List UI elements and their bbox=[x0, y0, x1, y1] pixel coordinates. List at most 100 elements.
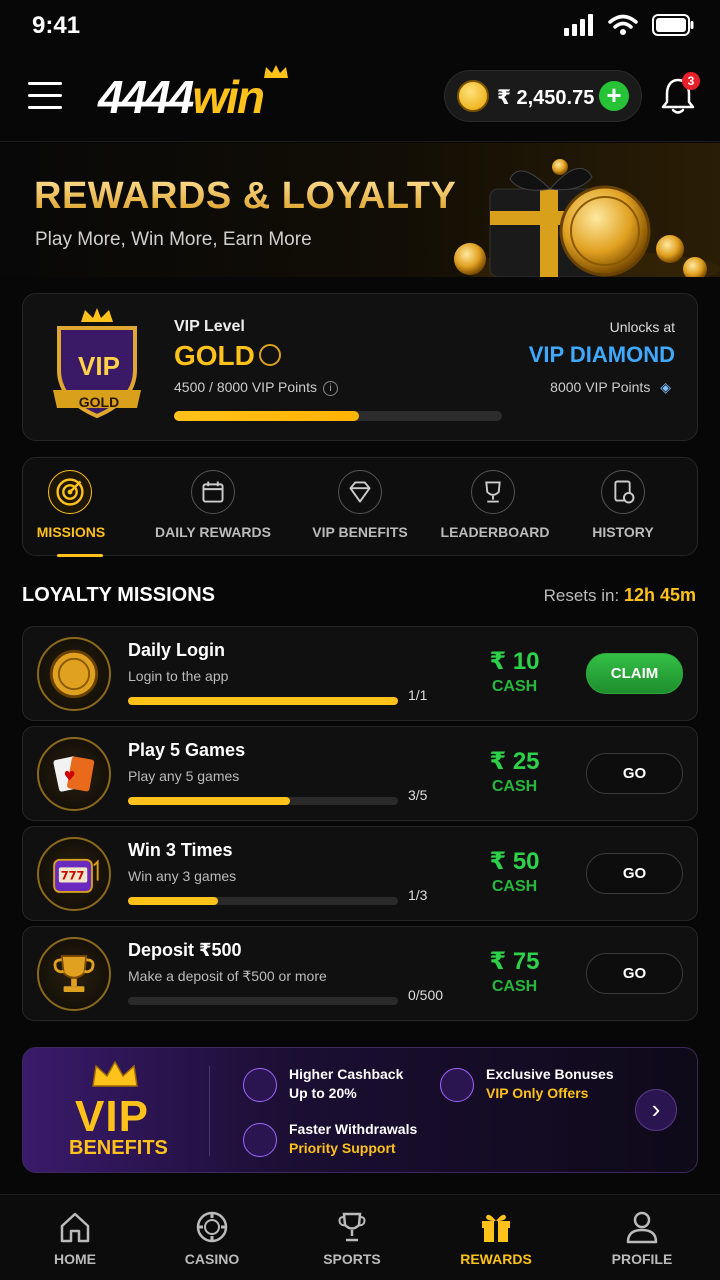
tab-vip-benefits[interactable]: VIP BENEFITS bbox=[295, 458, 425, 557]
mission-reward: ₹ 25 CASH bbox=[477, 747, 552, 796]
hero-title: REWARDS & LOYALTY bbox=[34, 175, 457, 217]
status-time: 9:41 bbox=[32, 12, 81, 39]
tab-history[interactable]: HISTORY bbox=[573, 458, 673, 557]
benefit-title: Faster Withdrawals bbox=[289, 1121, 418, 1137]
app-logo[interactable]: 4444win bbox=[98, 70, 265, 124]
vip-benefits-banner[interactable]: VIP BENEFITS Higher Cashback Up to 20% E… bbox=[22, 1047, 698, 1173]
reset-label: Resets in: bbox=[543, 586, 620, 605]
go-button[interactable]: GO bbox=[586, 753, 683, 794]
tab-label: MISSIONS bbox=[36, 524, 106, 540]
mission-title: Play 5 Games bbox=[128, 740, 246, 760]
mission-title: Deposit ₹500 bbox=[128, 940, 242, 960]
tab-leaderboard[interactable]: LEADERBOARD bbox=[435, 458, 555, 557]
target-icon bbox=[48, 470, 92, 514]
mission-description: Login to the app bbox=[128, 668, 229, 684]
section-title: LOYALTY MISSIONS bbox=[22, 584, 215, 606]
mission-description: Play any 5 games bbox=[128, 768, 240, 784]
unlocks-label: Unlocks at bbox=[609, 319, 675, 335]
vip-level: GOLD bbox=[174, 340, 255, 371]
notification-badge: 3 bbox=[682, 72, 700, 90]
wallet-balance[interactable]: ₹ 2,450.75 + bbox=[444, 70, 642, 122]
crown-icon bbox=[264, 65, 288, 78]
battery-icon bbox=[652, 14, 694, 36]
reward-amount: ₹ 10 bbox=[489, 648, 540, 675]
mission-progress-bar bbox=[128, 997, 398, 1005]
tab-label: DAILY REWARDS bbox=[155, 524, 271, 540]
mission-reward: ₹ 75 CASH bbox=[477, 947, 552, 996]
mission-reward: ₹ 50 CASH bbox=[477, 847, 552, 896]
reward-unit: CASH bbox=[491, 678, 538, 695]
nav-casino[interactable]: CASINO bbox=[152, 1195, 272, 1280]
nav-label: PROFILE bbox=[611, 1251, 673, 1267]
slot-machine-icon: 777 bbox=[37, 837, 111, 911]
withdraw-icon bbox=[243, 1123, 277, 1157]
coin-icon bbox=[37, 637, 111, 711]
mission-progress-text: 3/5 bbox=[408, 787, 428, 803]
nav-home[interactable]: HOME bbox=[15, 1195, 135, 1280]
tab-daily-rewards[interactable]: DAILY REWARDS bbox=[143, 458, 283, 557]
mission-card: ♥ Play 5 Games Play any 5 games 3/5 ₹ 25… bbox=[22, 726, 698, 821]
reward-amount: ₹ 50 bbox=[489, 848, 540, 875]
benefit-title: Exclusive Bonuses bbox=[486, 1066, 614, 1082]
cards-icon: ♥ bbox=[37, 737, 111, 811]
unlocks-points: 8000 VIP Points ◈ bbox=[550, 379, 671, 396]
vip-progress-bar bbox=[174, 411, 502, 421]
add-funds-button[interactable]: + bbox=[599, 81, 629, 111]
tab-label: LEADERBOARD bbox=[440, 524, 550, 540]
gift-icon bbox=[482, 1214, 510, 1242]
signal-icon bbox=[564, 14, 593, 36]
menu-icon[interactable] bbox=[28, 82, 62, 110]
go-button[interactable]: GO bbox=[586, 953, 683, 994]
mission-progress-text: 1/1 bbox=[408, 687, 428, 703]
diamond-icon: ◈ bbox=[660, 379, 671, 395]
calendar-icon bbox=[191, 470, 235, 514]
app-header: 4444win ₹ 2,450.75 + 3 bbox=[0, 56, 720, 142]
nav-rewards[interactable]: REWARDS bbox=[436, 1195, 556, 1280]
benefits-vip-text: VIP bbox=[75, 1092, 149, 1141]
logo-win: win bbox=[192, 71, 265, 123]
go-button[interactable]: GO bbox=[586, 853, 683, 894]
mission-progress-bar bbox=[128, 897, 398, 905]
mission-description: Win any 3 games bbox=[128, 868, 237, 884]
level-emblem-icon bbox=[259, 344, 281, 366]
mission-card: Daily Login Login to the app 1/1 ₹ 10 CA… bbox=[22, 626, 698, 721]
status-icons bbox=[564, 14, 694, 36]
benefit-detail: VIP Only Offers bbox=[486, 1085, 589, 1101]
reward-unit: CASH bbox=[491, 978, 538, 995]
mission-progress-bar bbox=[128, 697, 398, 705]
gift-icon bbox=[440, 1068, 474, 1102]
diamond-icon bbox=[338, 470, 382, 514]
claim-button[interactable]: CLAIM bbox=[586, 653, 683, 694]
mission-title: Daily Login bbox=[128, 640, 226, 660]
chevron-right-icon[interactable]: › bbox=[635, 1089, 677, 1131]
nav-label: REWARDS bbox=[460, 1251, 532, 1267]
tab-label: HISTORY bbox=[592, 524, 654, 540]
home-icon bbox=[60, 1212, 90, 1243]
reward-unit: CASH bbox=[491, 778, 538, 795]
reset-value: 12h 45m bbox=[623, 585, 696, 605]
user-icon bbox=[626, 1211, 658, 1244]
nav-profile[interactable]: PROFILE bbox=[582, 1195, 702, 1280]
history-icon bbox=[601, 470, 645, 514]
active-tab-indicator bbox=[57, 554, 103, 557]
benefit-title: Higher Cashback bbox=[289, 1066, 404, 1082]
mission-progress-text: 1/3 bbox=[408, 887, 428, 903]
mission-description: Make a deposit of ₹500 or more bbox=[128, 968, 327, 984]
benefits-label: BENEFITS bbox=[69, 1137, 168, 1159]
mission-card: 777 Win 3 Times Win any 3 games 1/3 ₹ 50… bbox=[22, 826, 698, 921]
nav-sports[interactable]: SPORTS bbox=[292, 1195, 412, 1280]
coin-icon bbox=[457, 80, 489, 112]
gift-coins-illustration bbox=[454, 159, 720, 277]
reward-amount: ₹ 25 bbox=[489, 748, 540, 775]
trophy-icon bbox=[37, 937, 111, 1011]
reward-unit: CASH bbox=[491, 878, 538, 895]
tab-missions[interactable]: MISSIONS bbox=[23, 458, 119, 557]
logo-number: 4444 bbox=[98, 71, 194, 123]
rewards-hero: REWARDS & LOYALTY Play More, Win More, E… bbox=[0, 143, 720, 277]
divider bbox=[209, 1066, 210, 1156]
reward-amount: ₹ 75 bbox=[489, 948, 540, 975]
wifi-icon bbox=[608, 14, 638, 35]
rewards-tabs: MISSIONS DAILY REWARDS VIP BENEFITS LEAD… bbox=[22, 457, 698, 557]
svg-text:♥: ♥ bbox=[64, 770, 76, 785]
info-icon[interactable]: i bbox=[322, 381, 338, 396]
